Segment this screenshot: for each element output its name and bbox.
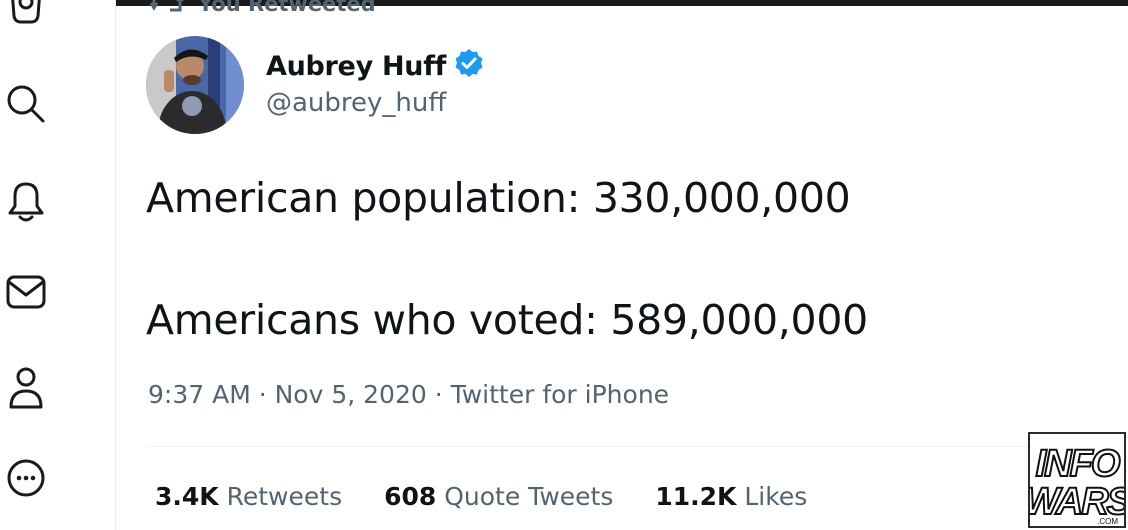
likes-label: Likes [744,482,808,511]
retweet-label: You Retweeted [198,0,376,16]
author-display-name: Aubrey Huff [266,51,447,82]
infowars-logo: INFO WARS .COM [1028,432,1126,528]
author-handle[interactable]: @aubrey_huff [266,88,446,118]
tweet-timestamp[interactable]: 9:37 AM · Nov 5, 2020 · Twitter for iPho… [148,380,669,409]
more-icon[interactable] [4,456,48,500]
quote-tweets-count: 608 [384,482,437,511]
tweet-text-line: Americans who voted: 589,000,000 [146,296,868,344]
bell-icon[interactable] [4,180,48,224]
retweet-context: You Retweeted [149,0,376,18]
logo-text-info: INFO [1036,443,1120,485]
camera-icon[interactable] [4,0,48,30]
retweets-label: Retweets [226,482,343,511]
author-name-row[interactable]: Aubrey Huff [266,48,484,85]
quote-tweets-stat[interactable]: 608 Quote Tweets [384,482,613,511]
retweets-stat[interactable]: 3.4K Retweets [155,482,342,511]
quote-tweets-label: Quote Tweets [444,482,614,511]
tweet-text-line: American population: 330,000,000 [146,174,851,222]
divider [146,446,1046,447]
likes-stat[interactable]: 11.2K Likes [655,482,807,511]
verified-badge-icon [454,48,484,85]
retweets-count: 3.4K [155,482,219,511]
sidebar-nav [0,0,116,530]
mail-icon[interactable] [4,270,48,314]
tweet-stats: 3.4K Retweets 608 Quote Tweets 11.2K Lik… [155,482,807,511]
profile-icon[interactable] [4,366,48,410]
retweet-icon [149,0,184,18]
logo-text-suffix: .COM [1097,517,1118,526]
likes-count: 11.2K [655,482,737,511]
avatar[interactable] [146,36,244,134]
search-icon[interactable] [4,82,48,126]
